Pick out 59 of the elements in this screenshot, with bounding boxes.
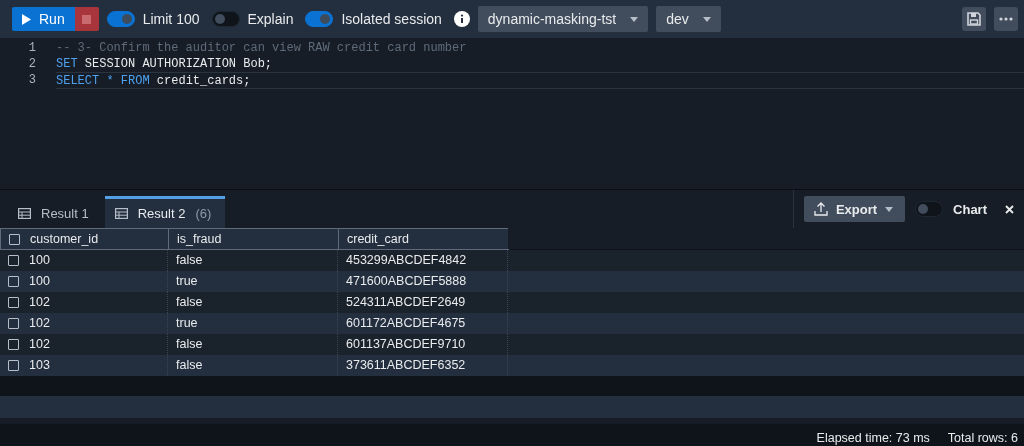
checkbox[interactable]: [8, 255, 19, 266]
table-cell-text: 103: [29, 357, 50, 374]
dropdown[interactable]: dev: [656, 6, 721, 32]
line-number: 2: [27, 56, 37, 72]
close-icon[interactable]: [1005, 204, 1014, 214]
checkbox[interactable]: [8, 339, 19, 350]
elapsed-time: Elapsed time: 73 ms: [816, 431, 930, 445]
toggle-label: Isolated session: [341, 11, 442, 27]
line-number: 3: [27, 72, 37, 88]
chart-toggle[interactable]: [915, 201, 944, 217]
more-button[interactable]: [994, 7, 1018, 31]
checkbox[interactable]: [9, 233, 20, 245]
table-cell-text: 102: [29, 294, 50, 311]
table-icon: [18, 208, 31, 219]
toggle-label: Explain: [247, 11, 294, 27]
line-number: 1: [27, 40, 37, 56]
table-cell-text: false: [176, 336, 203, 353]
upload-icon: [813, 202, 828, 216]
play-icon: [22, 13, 31, 25]
caret-icon: [630, 16, 639, 22]
toggle-label: Chart: [953, 201, 987, 217]
table-cell-text: 100: [29, 273, 50, 290]
info-icon[interactable]: [453, 11, 470, 27]
table-cell-text: true: [176, 273, 198, 290]
code-line: SET SESSION AUTHORIZATION Bob;: [56, 56, 274, 72]
checkbox[interactable]: [8, 360, 19, 371]
table-cell-text: false: [176, 357, 203, 374]
table-cell-text: false: [176, 294, 203, 311]
caret-icon: [885, 206, 894, 212]
checkbox[interactable]: [8, 276, 19, 287]
save-button[interactable]: [962, 7, 986, 31]
run-button[interactable]: Run: [12, 7, 75, 31]
table-cell-text: 524311ABCDEF2649: [346, 294, 466, 311]
table-icon: [114, 208, 128, 219]
code-line: SELECT * FROM credit_cards;: [56, 72, 1024, 89]
total-rows: Total rows: 6: [947, 431, 1018, 445]
export-button[interactable]: Export: [803, 196, 906, 222]
caret-icon: [702, 16, 711, 22]
toggle-switch[interactable]: [305, 11, 334, 27]
table-cell-text: 100: [29, 252, 50, 269]
checkbox[interactable]: [8, 297, 19, 308]
dropdown[interactable]: dynamic-masking-tst: [477, 6, 649, 32]
table-cell-text: 102: [29, 315, 50, 332]
table-cell-text: 471600ABCDEF5888: [346, 273, 467, 290]
table-cell-text: true: [176, 315, 198, 332]
table-cell-text: 373611ABCDEF6352: [346, 357, 466, 374]
checkbox[interactable]: [8, 318, 19, 329]
table-cell-text: 102: [29, 336, 50, 353]
ellipsis-icon: [999, 17, 1013, 21]
table-cell-text: 453299ABCDEF4842: [346, 252, 467, 269]
toggle-switch[interactable]: [106, 11, 135, 27]
toggle-switch[interactable]: [211, 11, 240, 27]
result-tab[interactable]: Result 2 (6): [104, 196, 226, 228]
table-cell-text: false: [176, 252, 203, 269]
table-cell-text: 601172ABCDEF4675: [346, 315, 466, 332]
code-line: -- 3- Confirm the auditor can view RAW credit card number: [56, 40, 468, 56]
result-tab[interactable]: Result 1: [8, 196, 103, 228]
toggle-label: Limit 100: [142, 11, 200, 27]
table-cell-text: 601137ABCDEF9710: [346, 336, 466, 353]
